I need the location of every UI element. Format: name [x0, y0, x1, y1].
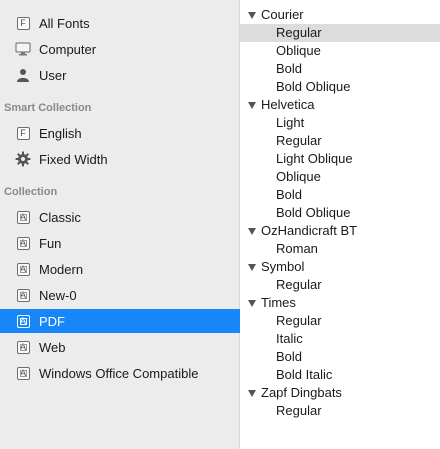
font-face-row[interactable]: Regular	[240, 132, 440, 150]
font-face-row[interactable]: Light	[240, 114, 440, 132]
font-face-row[interactable]: Oblique	[240, 42, 440, 60]
font-face-row[interactable]: Bold	[240, 348, 440, 366]
sidebar-item-fun[interactable]: A Fun	[0, 231, 240, 255]
font-face-row[interactable]: Regular	[240, 312, 440, 330]
font-file-icon: F	[15, 125, 31, 141]
face-name: Bold Oblique	[276, 205, 351, 220]
font-face-row[interactable]: Bold Oblique	[240, 78, 440, 96]
font-face-row[interactable]: Italic	[240, 330, 440, 348]
sidebar-item-new-0[interactable]: A New-0	[0, 283, 240, 307]
face-name: Oblique	[276, 169, 321, 184]
family-name: Zapf Dingbats	[261, 385, 342, 400]
sidebar-item-label: Web	[39, 340, 66, 355]
user-icon	[15, 67, 31, 83]
sidebar-item-pdf[interactable]: A PDF	[0, 309, 240, 333]
family-name: Courier	[261, 7, 304, 22]
sidebar-item-label: Computer	[39, 42, 97, 57]
font-face-row[interactable]: Light Oblique	[240, 150, 440, 168]
font-family-times[interactable]: Times	[240, 294, 440, 312]
disclosure-triangle-icon[interactable]	[248, 390, 256, 398]
face-name: Bold	[276, 61, 303, 76]
face-name: Roman	[276, 241, 318, 256]
smart-collection-header: Smart Collection	[4, 102, 92, 114]
face-name: Regular	[276, 25, 322, 40]
face-name: Regular	[276, 313, 322, 328]
sidebar-item-english[interactable]: F English	[0, 121, 240, 145]
font-list: Courier Regular Oblique Bold Bold Obliqu…	[240, 0, 440, 449]
collection-icon: A	[15, 235, 31, 251]
font-family-zapf-dingbats[interactable]: Zapf Dingbats	[240, 384, 440, 402]
font-face-row[interactable]: Bold	[240, 186, 440, 204]
sidebar: F All Fonts Computer User Smart Collecti…	[0, 0, 240, 449]
face-name: Bold Italic	[276, 367, 333, 382]
face-name: Light Oblique	[276, 151, 353, 166]
sidebar-item-modern[interactable]: A Modern	[0, 257, 240, 281]
font-face-row[interactable]: Bold	[240, 60, 440, 78]
sidebar-item-all-fonts[interactable]: F All Fonts	[0, 11, 240, 35]
font-face-row[interactable]: Regular	[240, 276, 440, 294]
family-name: OzHandicraft BT	[261, 223, 358, 238]
font-face-row[interactable]: Bold Italic	[240, 366, 440, 384]
face-name: Regular	[276, 277, 322, 292]
family-name: Times	[261, 295, 296, 310]
sidebar-item-windows-office-compatible[interactable]: A Windows Office Compatible	[0, 361, 240, 385]
disclosure-triangle-icon[interactable]	[248, 102, 256, 110]
font-family-symbol[interactable]: Symbol	[240, 258, 440, 276]
family-name: Symbol	[261, 259, 305, 274]
font-file-icon: F	[15, 15, 31, 31]
face-name: Bold Oblique	[276, 79, 351, 94]
sidebar-item-user[interactable]: User	[0, 63, 240, 87]
sidebar-item-label: English	[39, 126, 82, 141]
collection-icon: A	[15, 313, 31, 329]
collection-icon: A	[15, 339, 31, 355]
sidebar-item-label: All Fonts	[39, 16, 90, 31]
sidebar-item-label: Modern	[39, 262, 84, 277]
face-name: Regular	[276, 403, 322, 418]
face-name: Bold	[276, 187, 303, 202]
font-face-row[interactable]: Oblique	[240, 168, 440, 186]
sidebar-item-label: Fixed Width	[39, 152, 108, 167]
disclosure-triangle-icon[interactable]	[248, 264, 256, 272]
sidebar-item-computer[interactable]: Computer	[0, 37, 240, 61]
sidebar-item-label: Windows Office Compatible	[39, 366, 199, 381]
font-face-row[interactable]: Roman	[240, 240, 440, 258]
face-name: Light	[276, 115, 305, 130]
gear-icon	[15, 151, 31, 167]
monitor-icon	[15, 41, 31, 57]
sidebar-item-label: New-0	[39, 288, 77, 303]
sidebar-item-fixed-width[interactable]: Fixed Width	[0, 147, 240, 171]
face-name: Italic	[276, 331, 303, 346]
font-family-courier[interactable]: Courier	[240, 6, 440, 24]
collection-icon: A	[15, 365, 31, 381]
disclosure-triangle-icon[interactable]	[248, 12, 256, 20]
collection-header: Collection	[4, 186, 58, 198]
sidebar-item-label: Classic	[39, 210, 81, 225]
collection-icon: A	[15, 287, 31, 303]
disclosure-triangle-icon[interactable]	[248, 300, 256, 308]
face-name: Regular	[276, 133, 322, 148]
disclosure-triangle-icon[interactable]	[248, 228, 256, 236]
font-family-ozhandicraft-bt[interactable]: OzHandicraft BT	[240, 222, 440, 240]
sidebar-item-label: Fun	[39, 236, 62, 251]
font-family-helvetica[interactable]: Helvetica	[240, 96, 440, 114]
family-name: Helvetica	[261, 97, 315, 112]
font-face-row[interactable]: Bold Oblique	[240, 204, 440, 222]
collection-icon: A	[15, 209, 31, 225]
font-face-row[interactable]: Regular	[240, 24, 440, 42]
face-name: Bold	[276, 349, 303, 364]
sidebar-item-web[interactable]: A Web	[0, 335, 240, 359]
sidebar-item-label: PDF	[39, 314, 65, 329]
font-face-row[interactable]: Regular	[240, 402, 440, 420]
sidebar-item-classic[interactable]: A Classic	[0, 205, 240, 229]
face-name: Oblique	[276, 43, 321, 58]
collection-icon: A	[15, 261, 31, 277]
sidebar-item-label: User	[39, 68, 67, 83]
